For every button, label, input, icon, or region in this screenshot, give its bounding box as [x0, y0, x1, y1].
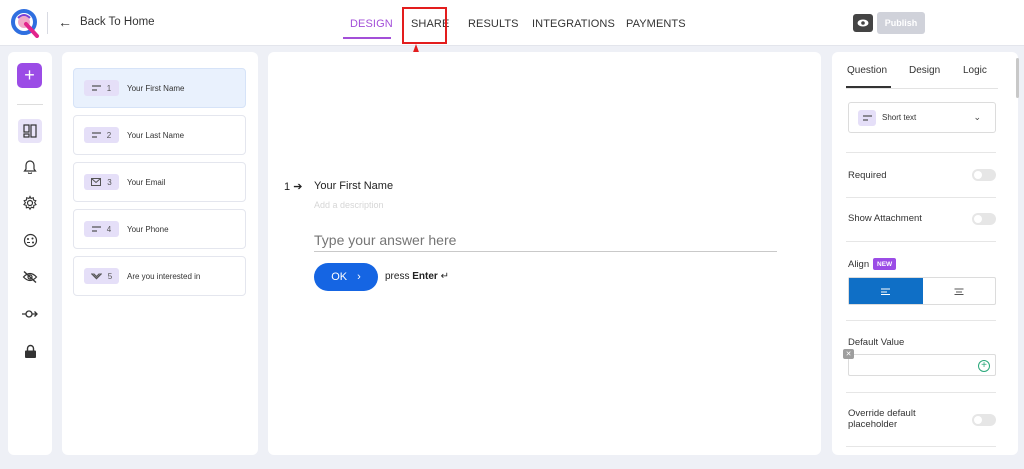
- arrow-right-icon: ➔: [293, 181, 303, 193]
- short-text-icon: [91, 85, 101, 91]
- press-enter-hint: press Enter ↵: [385, 271, 449, 282]
- question-badge: 3: [84, 174, 119, 190]
- header-divider: [47, 12, 48, 34]
- ok-button[interactable]: OK ›: [314, 263, 378, 291]
- tab-logic[interactable]: Logic: [963, 65, 987, 76]
- question-type-select[interactable]: Short text ⌄: [848, 102, 996, 133]
- align-label: Align: [848, 259, 870, 270]
- question-label: Your Email: [127, 177, 166, 187]
- divider: [846, 446, 996, 447]
- question-title[interactable]: Your First Name: [314, 180, 393, 192]
- share-highlight-box: [402, 7, 447, 44]
- required-label: Required: [848, 170, 887, 181]
- default-value-input[interactable]: [848, 354, 996, 376]
- tab-results[interactable]: RESULTS: [468, 18, 519, 30]
- layout-icon[interactable]: [18, 119, 42, 143]
- lock-icon[interactable]: [18, 339, 42, 363]
- palette-icon[interactable]: [18, 228, 42, 252]
- chevron-down-icon: ⌄: [973, 112, 981, 122]
- active-settings-tab-indicator: [846, 86, 891, 88]
- tab-design[interactable]: DESIGN: [350, 18, 393, 30]
- arrow-left-icon: ←: [58, 13, 72, 30]
- short-text-icon: [91, 226, 101, 232]
- align-left-button[interactable]: [849, 278, 923, 304]
- override-placeholder-label: Override default placeholder: [848, 408, 916, 430]
- question-item-2[interactable]: 2 Your Last Name: [73, 115, 246, 155]
- question-list-panel: 1 Your First Name 2 Your Last Name 3 You…: [62, 52, 258, 455]
- question-badge: 5: [84, 268, 119, 284]
- mail-icon: [91, 178, 102, 186]
- question-number-indicator: 1 ➔: [284, 181, 303, 193]
- add-question-button[interactable]: +: [17, 63, 42, 88]
- divider: [846, 320, 996, 321]
- back-label: Back To Home: [80, 16, 155, 28]
- tab-integrations[interactable]: INTEGRATIONS: [532, 18, 615, 30]
- question-type-value: Short text: [882, 113, 917, 122]
- short-text-icon: [91, 132, 101, 138]
- logic-icon[interactable]: [18, 302, 42, 326]
- eye-icon: [857, 19, 869, 27]
- question-item-1[interactable]: 1 Your First Name: [73, 68, 246, 108]
- tab-payments[interactable]: PAYMENTS: [626, 18, 686, 30]
- divider: [846, 392, 996, 393]
- add-circle-icon[interactable]: +: [978, 360, 990, 372]
- question-label: Your Phone: [127, 224, 169, 234]
- form-preview-canvas: [268, 52, 821, 455]
- question-item-4[interactable]: 4 Your Phone: [73, 209, 246, 249]
- question-number: 1: [106, 83, 112, 93]
- question-badge: 1: [84, 80, 119, 96]
- override-placeholder-toggle[interactable]: [972, 414, 996, 426]
- default-value-label: Default Value: [848, 337, 905, 348]
- question-number: 3: [107, 177, 112, 187]
- question-badge: 4: [84, 221, 119, 237]
- tab-design-settings[interactable]: Design: [909, 65, 940, 76]
- divider: [846, 197, 996, 198]
- divider: [846, 241, 996, 242]
- align-center-icon: [954, 288, 964, 295]
- question-item-5[interactable]: 5 Are you interested in: [73, 256, 246, 296]
- eye-off-icon[interactable]: [18, 265, 42, 289]
- question-number: 5: [107, 271, 113, 281]
- publish-button[interactable]: Publish: [877, 12, 925, 34]
- short-text-icon: [858, 109, 876, 126]
- align-center-button[interactable]: [923, 278, 995, 304]
- left-icon-rail: +: [8, 52, 52, 455]
- question-number: 4: [106, 224, 112, 234]
- chevron-down-icon: [90, 272, 102, 279]
- question-description[interactable]: Add a description: [314, 200, 384, 210]
- ok-label: OK: [331, 271, 348, 283]
- question-item-3[interactable]: 3 Your Email: [73, 162, 246, 202]
- required-toggle[interactable]: [972, 169, 996, 181]
- chevron-right-icon: ›: [357, 271, 361, 283]
- show-attachment-label: Show Attachment: [848, 213, 922, 224]
- tab-question[interactable]: Question: [847, 65, 887, 76]
- question-label: Are you interested in: [127, 271, 201, 281]
- active-tab-indicator: [343, 37, 391, 39]
- gear-icon[interactable]: [18, 191, 42, 215]
- question-badge: 2: [84, 127, 119, 143]
- question-label: Your First Name: [127, 83, 185, 93]
- settings-tabs-divider: [846, 88, 998, 89]
- top-bar: ← Back To Home DESIGN SHARE RESULTS INTE…: [0, 0, 1024, 46]
- question-label: Your Last Name: [127, 130, 185, 140]
- bell-icon[interactable]: [18, 154, 42, 178]
- question-number: 2: [106, 130, 112, 140]
- back-to-home-link[interactable]: ← Back To Home: [58, 13, 155, 30]
- preview-button[interactable]: [853, 14, 873, 32]
- panel-scrollbar[interactable]: [1016, 58, 1019, 98]
- rail-divider: [17, 104, 43, 105]
- app-logo[interactable]: [10, 8, 40, 38]
- answer-input[interactable]: [314, 228, 777, 252]
- show-attachment-toggle[interactable]: [972, 213, 996, 225]
- close-icon[interactable]: ✕: [843, 349, 854, 359]
- divider: [846, 152, 996, 153]
- new-badge: NEW: [873, 258, 897, 270]
- enter-key-icon: ↵: [440, 271, 449, 282]
- align-left-icon: [881, 288, 890, 295]
